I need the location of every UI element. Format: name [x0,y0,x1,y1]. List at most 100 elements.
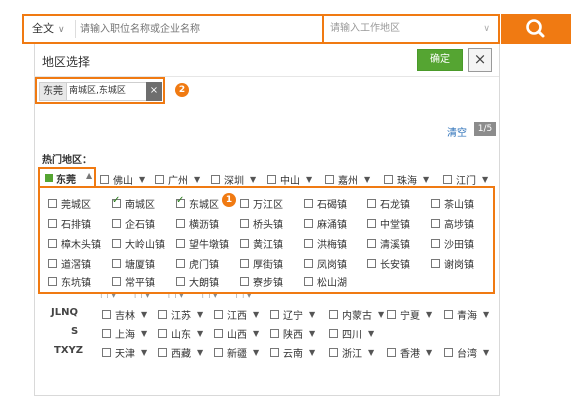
checkbox[interactable] [444,348,453,357]
district-item[interactable]: 石龙镇 [367,196,410,211]
district-item[interactable]: 塘厦镇 [112,256,155,271]
district-item[interactable]: 谢岗镇 [431,256,474,271]
checkbox[interactable] [176,277,185,286]
checkbox[interactable] [304,259,313,268]
province-item[interactable]: 宁夏 ▼ [387,307,432,322]
district-item[interactable]: 横沥镇 [176,216,219,231]
district-item[interactable]: 东坑镇 [48,274,91,289]
checkbox[interactable] [112,195,121,208]
checkbox[interactable] [112,239,121,248]
district-item[interactable]: 虎门镇 [176,256,219,271]
district-item[interactable]: 凤岗镇 [304,256,347,271]
district-item[interactable]: 石碣镇 [304,196,347,211]
province-item[interactable]: 山西 ▼ [214,326,259,341]
province-item[interactable]: 青海 ▼ [444,307,489,322]
checkbox[interactable] [367,259,376,268]
checkbox[interactable] [102,348,111,357]
district-item[interactable]: 洪梅镇 [304,236,347,251]
checkbox[interactable] [304,199,313,208]
checkbox[interactable] [176,259,185,268]
province-item[interactable]: 上海 ▼ [102,326,147,341]
checkbox[interactable] [48,199,57,208]
checkbox[interactable] [270,310,279,319]
checkbox[interactable] [158,329,167,338]
checkbox[interactable] [240,239,249,248]
province-item[interactable]: 陕西 ▼ [270,326,315,341]
district-item[interactable]: 麻涌镇 [304,216,347,231]
clear-link[interactable]: 清空 [447,124,467,139]
checkbox[interactable] [112,259,121,268]
district-item[interactable]: 大岭山镇 [112,236,165,251]
province-item[interactable]: 内蒙古 ▼ [329,307,384,322]
checkbox[interactable] [214,310,223,319]
checkbox[interactable] [158,310,167,319]
checkbox[interactable] [387,310,396,319]
checkbox[interactable] [270,348,279,357]
province-item[interactable]: 云南 ▼ [270,345,315,360]
checkbox[interactable] [329,310,338,319]
checkbox[interactable] [270,329,279,338]
checkbox[interactable] [48,219,57,228]
checkbox[interactable] [240,199,249,208]
province-item[interactable]: 江西 ▼ [214,307,259,322]
checkbox[interactable] [384,175,393,184]
district-item[interactable]: 清溪镇 [367,236,410,251]
district-item[interactable]: 道滘镇 [48,256,91,271]
province-item[interactable]: 四川 ▼ [329,326,374,341]
province-item[interactable]: 吉林 ▼ [102,307,147,322]
checkbox[interactable] [304,219,313,228]
district-item[interactable]: 长安镇 [367,256,410,271]
district-item[interactable]: 望牛墩镇 [176,236,229,251]
district-item[interactable]: 厚街镇 [240,256,283,271]
search-scope-dropdown[interactable]: 全文 ∨ [24,16,76,42]
checkbox[interactable] [367,199,376,208]
checkbox[interactable] [214,329,223,338]
keyword-input[interactable] [76,19,330,39]
checkbox[interactable] [367,219,376,228]
district-item[interactable]: 寮步镇 [240,274,283,289]
remove-tag-button[interactable]: × [146,82,162,101]
checkbox[interactable] [444,310,453,319]
district-item[interactable]: 企石镇 [112,216,155,231]
checkbox[interactable] [48,259,57,268]
checkbox[interactable] [240,219,249,228]
checkbox[interactable] [176,195,185,208]
checkbox[interactable] [48,239,57,248]
district-item[interactable]: 东城区 [176,195,219,211]
checkbox[interactable] [158,348,167,357]
province-item[interactable]: 辽宁 ▼ [270,307,315,322]
checkbox[interactable] [211,175,220,184]
checkbox[interactable] [267,175,276,184]
checkbox[interactable] [240,259,249,268]
hot-city-item[interactable]: 深圳 ▼ [211,172,256,187]
district-item[interactable]: 樟木头镇 [48,236,101,251]
hot-city-item[interactable]: 中山 ▼ [267,172,312,187]
district-item[interactable]: 万江区 [240,196,283,211]
checkbox[interactable] [431,259,440,268]
checkbox[interactable] [112,277,121,286]
checkbox[interactable] [102,329,111,338]
close-button[interactable]: × [468,48,492,72]
checkbox[interactable] [100,175,109,184]
confirm-button[interactable]: 确定 [417,49,463,71]
checkbox[interactable] [112,219,121,228]
district-item[interactable]: 中堂镇 [367,216,410,231]
hot-city-item[interactable]: 江门 ▼ [443,172,488,187]
district-item[interactable]: 南城区 [112,195,155,211]
province-item[interactable]: 西藏 ▼ [158,345,203,360]
province-item[interactable]: 香港 ▼ [387,345,432,360]
search-button[interactable] [501,14,571,44]
province-item[interactable]: 浙江 ▼ [329,345,374,360]
checkbox[interactable] [214,348,223,357]
checkbox[interactable] [48,277,57,286]
checkbox[interactable] [155,175,164,184]
checkbox[interactable] [431,239,440,248]
checkbox[interactable] [304,239,313,248]
district-item[interactable]: 茶山镇 [431,196,474,211]
district-item[interactable]: 莞城区 [48,196,91,211]
checkbox[interactable] [329,329,338,338]
district-item[interactable]: 石排镇 [48,216,91,231]
checkbox[interactable] [431,219,440,228]
district-item[interactable]: 大朗镇 [176,274,219,289]
checkbox[interactable] [367,239,376,248]
